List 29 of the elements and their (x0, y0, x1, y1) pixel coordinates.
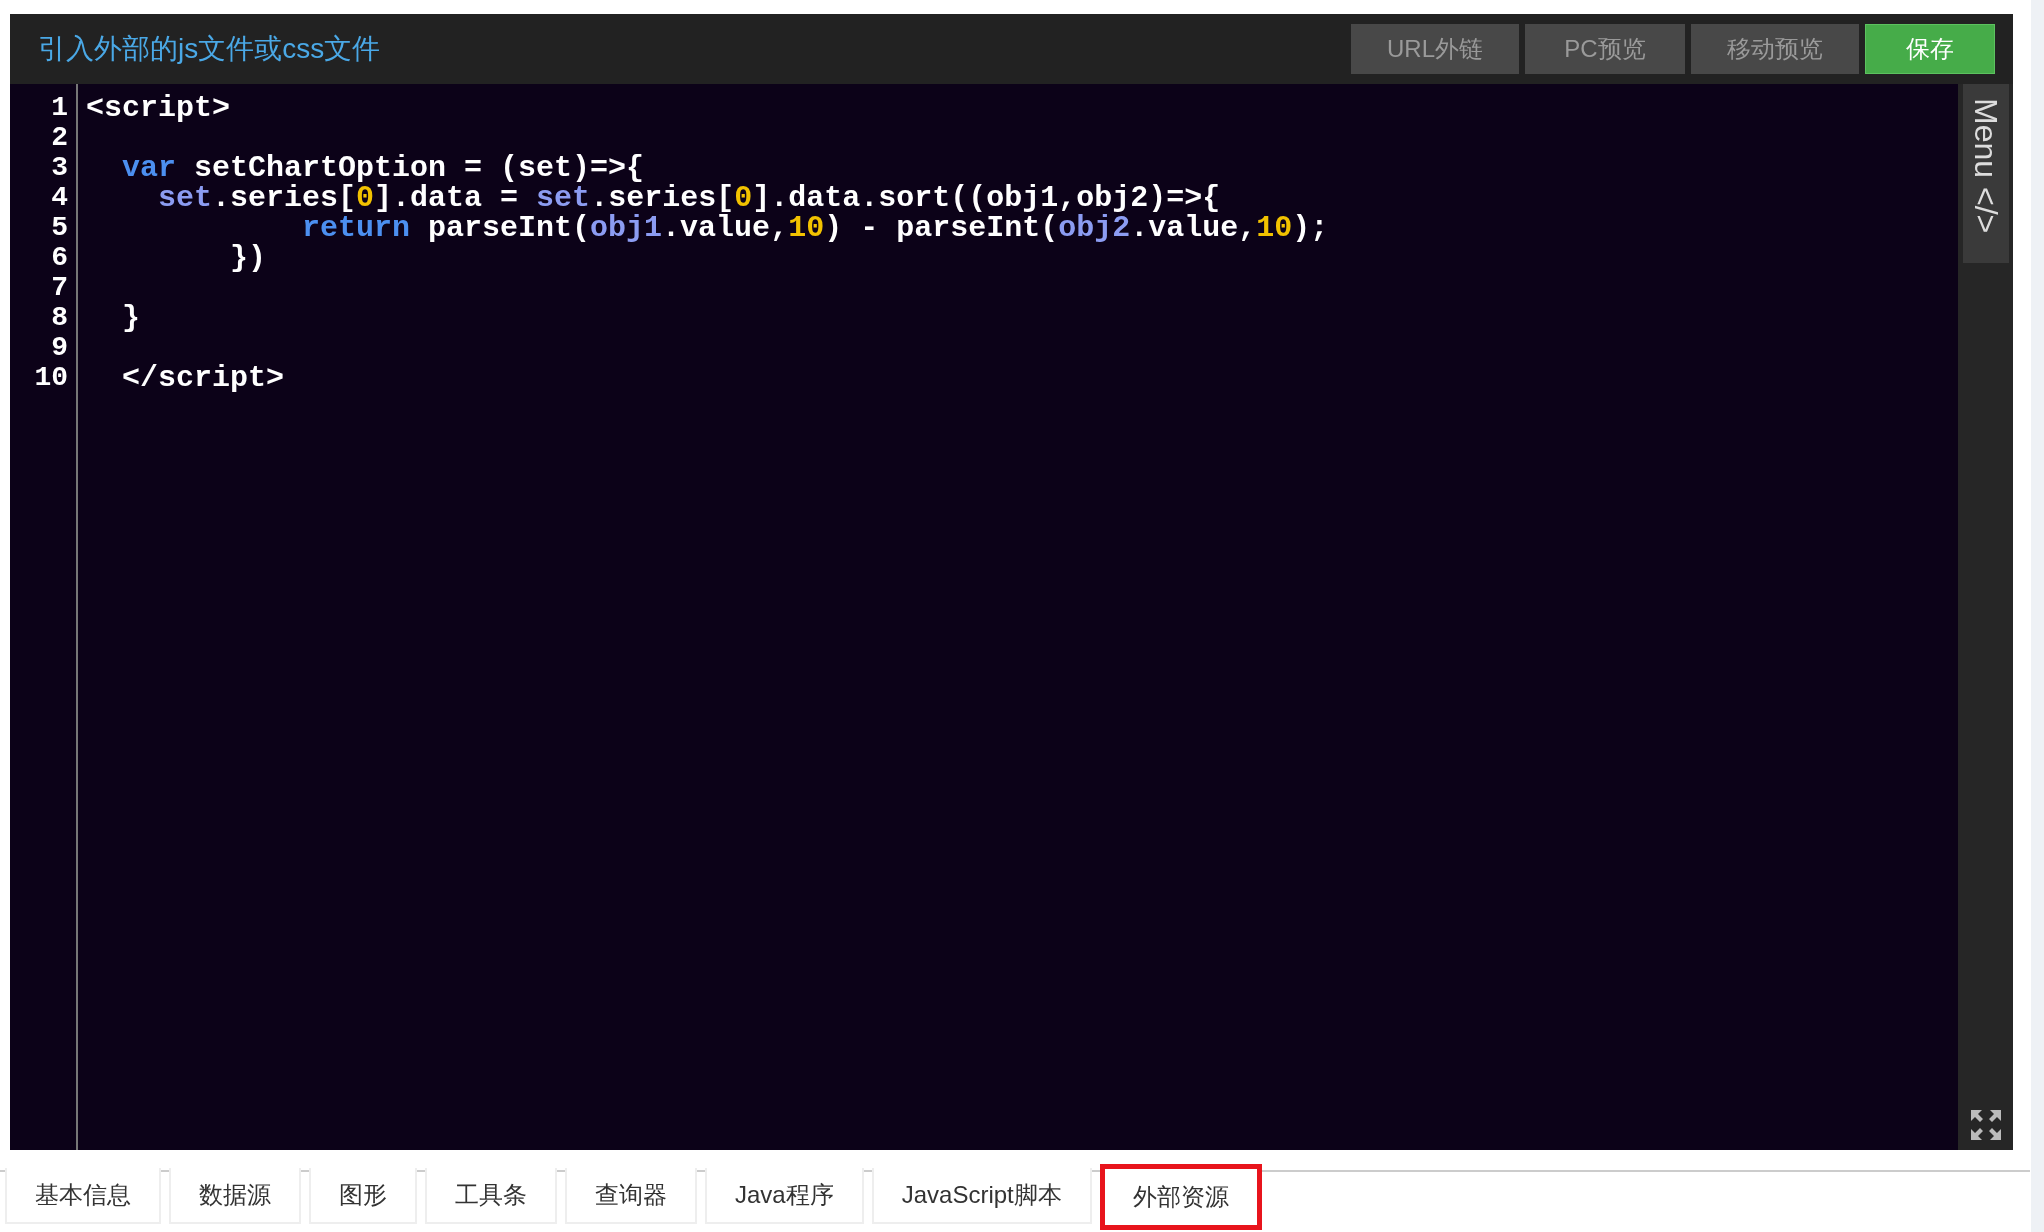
line-number: 2 (50, 123, 69, 153)
code-line: }) (229, 243, 268, 273)
code-editor[interactable]: 1 2 3 4 5 6 7 8 9 10 <script> var setChartOption = (set)=>{ set.series[0].data = set.series[0].data.sort((obj1,obj2)=>{ return parseInt(obj1.value,10) - parseInt(obj2.value,10); }) } </script> (10, 84, 1958, 1150)
tab[interactable]: 查询器 (565, 1168, 697, 1224)
line-number: 3 (50, 153, 69, 183)
line-number: 5 (50, 213, 69, 243)
line-number: 1 (50, 93, 69, 123)
code-line: <script> (86, 93, 232, 123)
code-line: return parseInt(obj1.value,10) - parseInt(obj2.value,10); (302, 213, 1329, 243)
line-number: 8 (50, 303, 69, 333)
code-line: </script> (121, 363, 286, 393)
line-number: 9 (50, 333, 69, 363)
code-line: set.series[0].data = set.series[0].data.sort((obj1,obj2)=>{ (157, 183, 1221, 213)
tab[interactable]: Java程序 (705, 1168, 864, 1224)
tab[interactable]: 外部资源 (1099, 1164, 1262, 1230)
code-line: var setChartOption = (set)=>{ (121, 153, 645, 183)
line-number: 7 (50, 273, 69, 303)
tab[interactable]: 图形 (309, 1168, 417, 1224)
line-number: 4 (50, 183, 69, 213)
panel-title: 引入外部的js文件或css文件 (38, 32, 382, 66)
code-line: } (121, 303, 141, 333)
tab[interactable]: 工具条 (425, 1168, 557, 1224)
fullscreen-icon[interactable] (1968, 1108, 2003, 1142)
line-number: 10 (33, 363, 69, 393)
tab[interactable]: 数据源 (169, 1168, 301, 1224)
tab[interactable]: 基本信息 (5, 1168, 161, 1224)
line-number: 6 (50, 243, 69, 273)
tab[interactable]: JavaScript脚本 (871, 1168, 1092, 1224)
menu-toggle[interactable]: Menu </> (1962, 84, 2009, 264)
